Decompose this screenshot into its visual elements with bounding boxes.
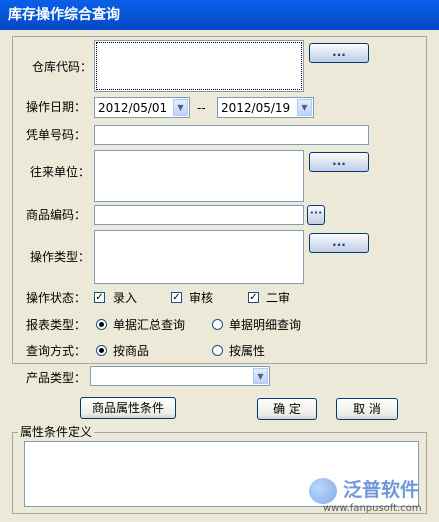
product-code-input[interactable] bbox=[94, 205, 304, 225]
date-from-select[interactable]: 2012/05/01 ▼ bbox=[94, 97, 190, 118]
report-summary-label: 单据汇总查询 bbox=[113, 318, 186, 332]
warehouse-code-label: 仓库代码： bbox=[32, 60, 93, 74]
product-type-select[interactable]: ▼ bbox=[90, 366, 270, 386]
product-code-browse-button[interactable]: ··· bbox=[307, 205, 325, 225]
query-by-attribute-radio[interactable] bbox=[212, 345, 223, 356]
query-by-product-label: 按商品 bbox=[113, 344, 150, 358]
operation-date-label: 操作日期： bbox=[26, 100, 87, 114]
brand-logo-icon bbox=[309, 478, 337, 504]
attribute-condition-button[interactable]: 商品属性条件 bbox=[80, 397, 176, 419]
operation-type-browse-button[interactable]: ... bbox=[309, 233, 369, 253]
date-to-value: 2012/05/19 bbox=[221, 101, 291, 115]
date-to-select[interactable]: 2012/05/19 ▼ bbox=[217, 97, 314, 118]
cancel-button[interactable]: 取 消 bbox=[336, 398, 398, 420]
chevron-down-icon[interactable]: ▼ bbox=[297, 99, 312, 116]
product-code-label: 商品编码： bbox=[26, 208, 87, 222]
date-from-value: 2012/05/01 bbox=[98, 101, 168, 115]
query-by-attribute-label: 按属性 bbox=[229, 344, 266, 358]
operation-type-list[interactable] bbox=[94, 230, 304, 284]
report-detail-label: 单据明细查询 bbox=[229, 318, 302, 332]
voucher-no-input[interactable] bbox=[94, 125, 369, 145]
voucher-no-label: 凭单号码： bbox=[26, 128, 87, 142]
product-type-label: 产品类型： bbox=[26, 371, 87, 385]
chevron-down-icon[interactable]: ▼ bbox=[253, 368, 268, 384]
status-review-label: 审核 bbox=[189, 291, 214, 305]
status-second-review-checkbox[interactable]: ✓ bbox=[248, 292, 259, 303]
status-entry-checkbox[interactable]: ✓ bbox=[94, 292, 105, 303]
window-title: 库存操作综合查询 bbox=[0, 0, 439, 30]
status-entry-label: 录入 bbox=[113, 291, 138, 305]
ok-button[interactable]: 确 定 bbox=[257, 398, 317, 420]
watermark-brand: 泛普软件 bbox=[343, 479, 420, 501]
status-review-checkbox[interactable]: ✓ bbox=[171, 292, 182, 303]
chevron-down-icon[interactable]: ▼ bbox=[173, 99, 188, 116]
watermark-url: www.fanpusoft.com bbox=[323, 503, 422, 514]
query-mode-label: 查询方式： bbox=[26, 344, 87, 358]
report-detail-radio[interactable] bbox=[212, 319, 223, 330]
report-type-label: 报表类型： bbox=[26, 318, 87, 332]
status-label: 操作状态： bbox=[26, 291, 87, 305]
partner-list[interactable] bbox=[94, 150, 304, 202]
warehouse-code-list[interactable] bbox=[94, 40, 304, 92]
date-separator: -- bbox=[197, 101, 206, 115]
status-second-review-label: 二审 bbox=[266, 291, 291, 305]
report-summary-radio[interactable] bbox=[96, 319, 107, 330]
operation-type-label: 操作类型： bbox=[30, 250, 91, 264]
partner-browse-button[interactable]: ... bbox=[309, 152, 369, 172]
partner-label: 往来单位： bbox=[30, 165, 91, 179]
query-by-product-radio[interactable] bbox=[96, 345, 107, 356]
warehouse-browse-button[interactable]: ... bbox=[309, 43, 369, 63]
attribute-definition-label: 属性条件定义 bbox=[18, 425, 95, 439]
